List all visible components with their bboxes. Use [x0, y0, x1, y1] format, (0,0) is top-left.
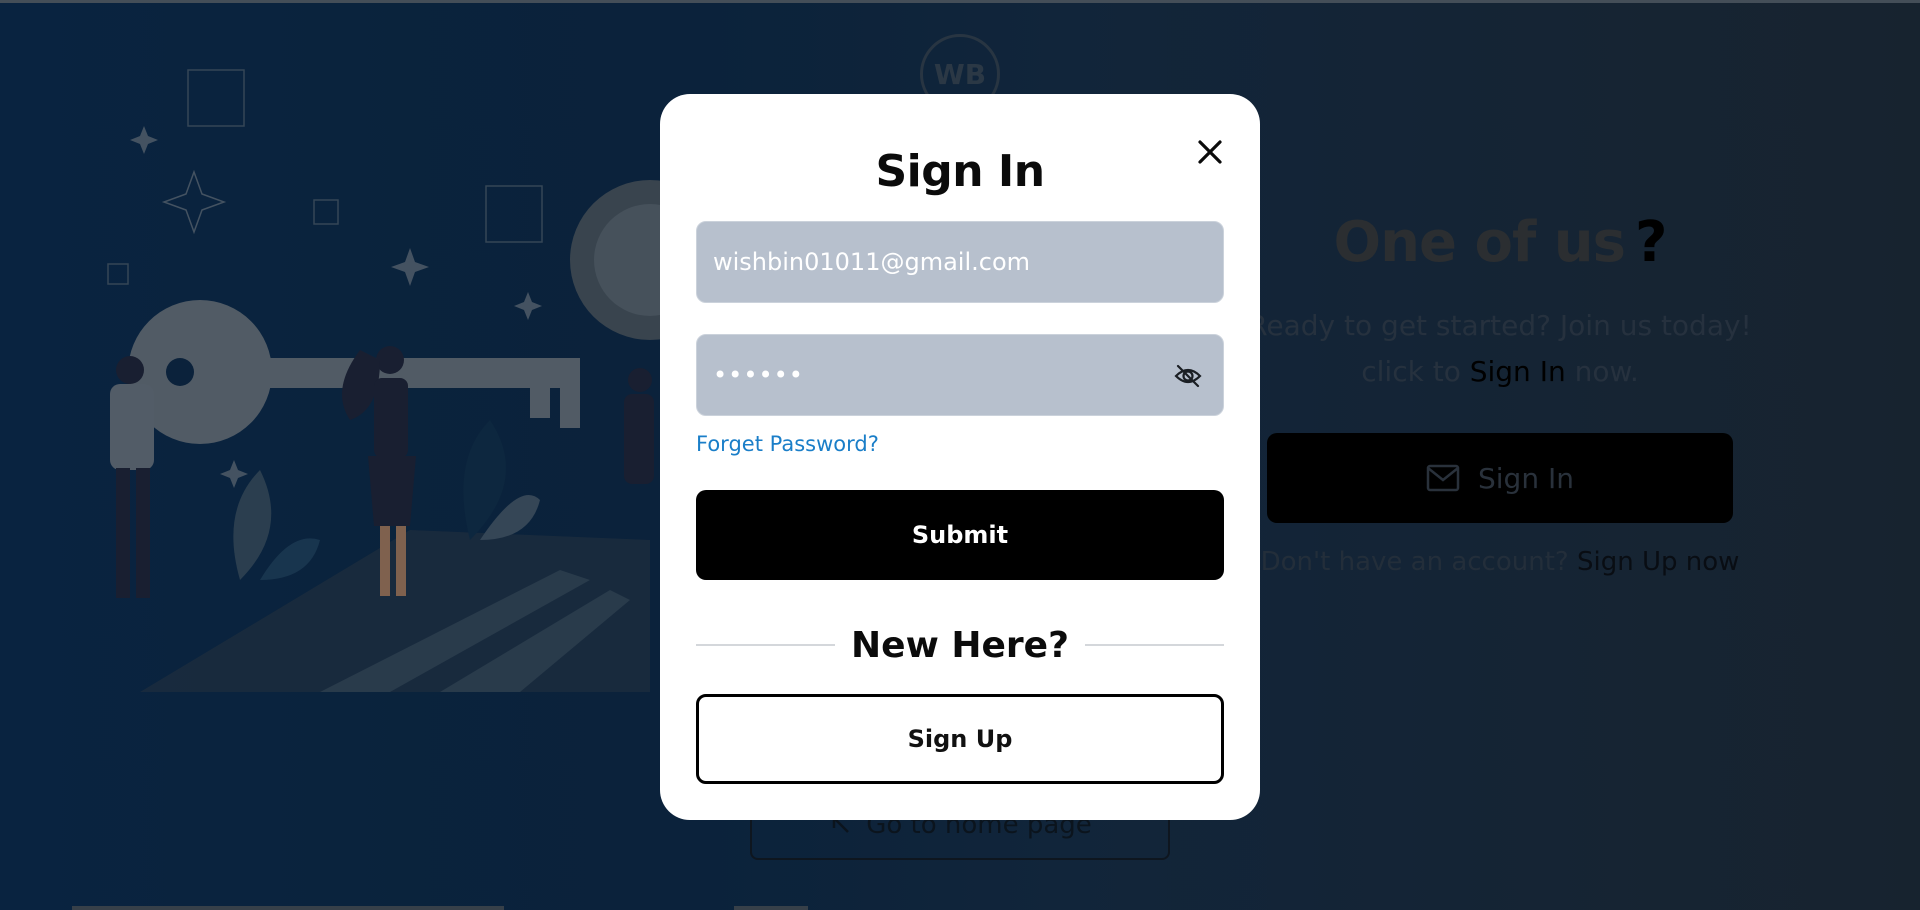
- signin-modal: Sign In wishbin01011@gmail.com •••••• Fo…: [660, 94, 1260, 820]
- divider-line-right: [1084, 644, 1224, 646]
- eye-off-icon[interactable]: [1173, 362, 1203, 390]
- close-button[interactable]: [1190, 132, 1230, 172]
- modal-title: Sign In: [875, 146, 1045, 197]
- email-value: wishbin01011@gmail.com: [713, 248, 1031, 276]
- password-field[interactable]: ••••••: [696, 334, 1224, 416]
- close-icon: [1198, 140, 1222, 164]
- new-here-divider: New Here?: [696, 622, 1224, 668]
- signup-label: Sign Up: [907, 725, 1013, 753]
- forget-password-link[interactable]: Forget Password?: [696, 432, 879, 456]
- email-field[interactable]: wishbin01011@gmail.com: [696, 221, 1224, 303]
- divider-line-left: [696, 644, 836, 646]
- submit-button[interactable]: Submit: [696, 490, 1224, 580]
- new-here-text: New Here?: [851, 624, 1069, 666]
- submit-label: Submit: [911, 521, 1009, 549]
- password-value: ••••••: [713, 361, 804, 389]
- signup-button[interactable]: Sign Up: [696, 694, 1224, 784]
